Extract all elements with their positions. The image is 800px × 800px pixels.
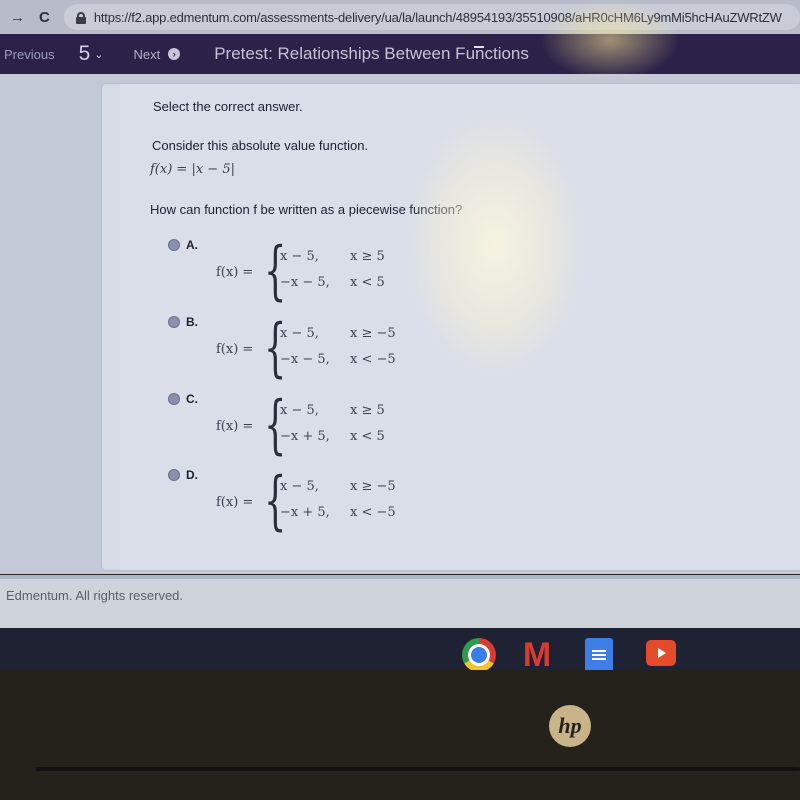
- question-stem: Consider this absolute value function.: [152, 138, 369, 153]
- piece-expression: −x + 5,: [280, 505, 330, 520]
- answer-option-d[interactable]: D. f(x) = { x − 5, x ≥ −5 −x + 5, x < −5: [168, 468, 428, 543]
- piece-1: x − 5, x ≥ −5: [280, 326, 396, 341]
- piece-expression: −x + 5,: [280, 429, 330, 444]
- question-number: 5: [78, 42, 91, 65]
- laptop-bezel: [0, 670, 800, 800]
- piece-1: x − 5, x ≥ −5: [280, 479, 396, 494]
- piece-2: −x + 5, x < −5: [280, 505, 396, 520]
- arrow-right-icon[interactable]: →: [10, 9, 25, 26]
- assessment-header: Previous 5 ⌄ Next › Pretest: Relationshi…: [0, 34, 800, 74]
- function-definition: f(x) = |x − 5|: [150, 162, 235, 177]
- piece-condition: x ≥ 5: [350, 403, 385, 418]
- option-letter: B.: [186, 315, 198, 329]
- piece-expression: x − 5,: [280, 479, 319, 494]
- gmail-icon[interactable]: M: [520, 638, 554, 672]
- piece-expression: −x − 5,: [280, 275, 330, 290]
- piece-expression: x − 5,: [280, 403, 319, 418]
- next-arrow-icon: ›: [168, 48, 181, 60]
- answer-option-c[interactable]: C. f(x) = { x − 5, x ≥ 5 −x + 5, x < 5: [168, 392, 428, 467]
- piece-1: x − 5, x ≥ 5: [280, 249, 385, 264]
- piece-expression: −x − 5,: [280, 352, 330, 367]
- previous-button[interactable]: Previous: [4, 47, 55, 62]
- piece-expression: x − 5,: [280, 326, 319, 341]
- lock-icon: [75, 11, 86, 24]
- function-lhs: f(x) =: [216, 342, 254, 357]
- piece-2: −x + 5, x < 5: [280, 429, 385, 444]
- os-shelf: M: [0, 628, 800, 674]
- copyright-text: Edmentum. All rights reserved.: [6, 588, 184, 603]
- piece-condition: x < 5: [350, 275, 385, 290]
- piece-1: x − 5, x ≥ 5: [280, 403, 385, 418]
- instruction-text: Select the correct answer.: [153, 99, 303, 114]
- radio-button[interactable]: [168, 239, 180, 251]
- chrome-icon[interactable]: [462, 638, 496, 672]
- youtube-icon[interactable]: [646, 640, 676, 666]
- function-lhs: f(x) =: [216, 265, 254, 280]
- screen-photo: → C https://f2.app.edmentum.com/assessme…: [0, 0, 800, 800]
- piece-condition: x < −5: [350, 352, 396, 367]
- google-docs-icon[interactable]: [585, 638, 613, 674]
- piece-condition: x ≥ 5: [350, 249, 385, 264]
- function-lhs: f(x) =: [216, 419, 254, 434]
- answer-option-b[interactable]: B. f(x) = { x − 5, x ≥ −5 −x − 5, x < −5: [168, 315, 428, 390]
- url-field[interactable]: https://f2.app.edmentum.com/assessments-…: [63, 4, 800, 30]
- question-number-dropdown[interactable]: 5 ⌄: [79, 42, 104, 66]
- hp-logo: hp: [549, 705, 591, 747]
- option-letter: C.: [186, 392, 198, 406]
- reload-icon[interactable]: C: [39, 9, 50, 26]
- piece-condition: x ≥ −5: [350, 479, 396, 494]
- next-label: Next: [133, 46, 161, 62]
- answer-option-a[interactable]: A. f(x) = { x − 5, x ≥ 5 −x − 5, x < 5: [168, 238, 428, 313]
- page-footer: Edmentum. All rights reserved.: [0, 575, 800, 630]
- next-button[interactable]: Next ›: [133, 46, 181, 62]
- laptop-hinge: [36, 767, 800, 771]
- browser-address-bar: → C https://f2.app.edmentum.com/assessme…: [0, 0, 800, 34]
- piece-2: −x − 5, x < 5: [280, 275, 385, 290]
- radio-button[interactable]: [168, 393, 180, 405]
- url-text: https://f2.app.edmentum.com/assessments-…: [93, 9, 782, 25]
- option-letter: D.: [186, 468, 198, 482]
- piece-2: −x − 5, x < −5: [280, 352, 396, 367]
- piece-expression: x − 5,: [280, 249, 319, 264]
- piece-condition: x < −5: [350, 505, 396, 520]
- option-letter: A.: [186, 238, 198, 252]
- piece-condition: x < 5: [350, 429, 385, 444]
- question-text: How can function f be written as a piece…: [150, 202, 463, 217]
- radio-button[interactable]: [168, 469, 180, 481]
- active-app-indicator: [474, 46, 484, 48]
- radio-button[interactable]: [168, 316, 180, 328]
- function-lhs: f(x) =: [216, 495, 254, 510]
- chevron-down-icon: ⌄: [94, 48, 104, 61]
- piece-condition: x ≥ −5: [350, 326, 396, 341]
